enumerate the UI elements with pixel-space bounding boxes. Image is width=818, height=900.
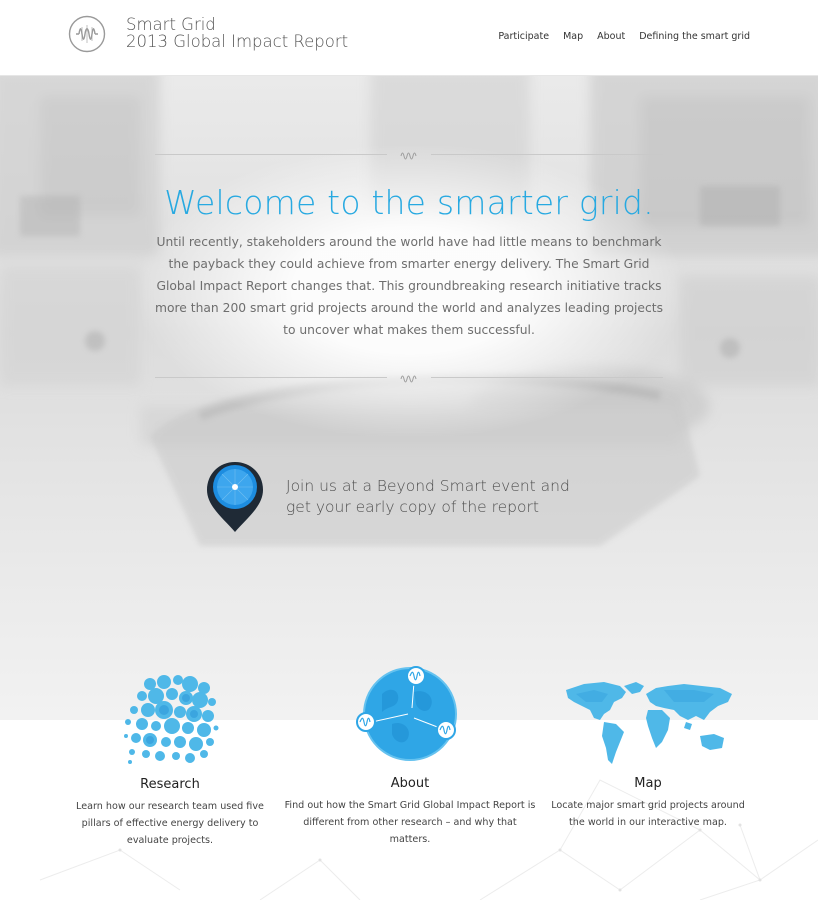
hero-section: Welcome to the smarter grid. Until recen… [0, 76, 818, 720]
feature-card-map[interactable]: Map Locate major smart grid projects aro… [545, 776, 751, 831]
feature-text-about: Find out how the Smart Grid Global Impac… [284, 800, 536, 845]
logo-icon[interactable] [68, 15, 106, 53]
feature-title-map: Map [634, 776, 662, 791]
world-map-icon[interactable] [564, 676, 734, 768]
divider-wave-icon [400, 152, 417, 160]
nav-about[interactable]: About [597, 31, 625, 42]
divider-wave-icon [400, 375, 417, 383]
feature-title-research: Research [140, 777, 200, 792]
feature-title-about: About [390, 776, 430, 791]
feature-text-research: Learn how our research team used five pi… [76, 801, 264, 846]
hero-title: Welcome to the smarter grid. [164, 183, 654, 222]
nav-participate[interactable]: Participate [498, 31, 549, 42]
feature-text-map: Locate major smart grid projects around … [551, 800, 745, 828]
feature-card-about[interactable]: About Find out how the Smart Grid Global… [284, 776, 536, 848]
divider-bottom [155, 372, 663, 384]
nav-defining-smart-grid[interactable]: Defining the smart grid [639, 31, 750, 42]
location-pin-icon[interactable] [205, 460, 265, 534]
main-nav: Participate Map About Defining the smart… [498, 31, 750, 42]
nav-map[interactable]: Map [563, 31, 583, 42]
globe-network-icon[interactable] [352, 664, 460, 764]
event-line-1: Join us at a Beyond Smart event and [286, 477, 570, 495]
event-line-2: get your early copy of the report [286, 498, 539, 516]
research-bubbles-icon[interactable] [120, 672, 220, 764]
hero-intro-text: Until recently, stakeholders around the … [155, 235, 663, 337]
brand-line-2: 2013 Global Impact Report [126, 32, 349, 51]
brand-title[interactable]: Smart Grid 2013 Global Impact Report [126, 16, 348, 50]
site-header: Smart Grid 2013 Global Impact Report Par… [0, 0, 818, 76]
event-callout[interactable]: Join us at a Beyond Smart event and get … [286, 476, 570, 518]
feature-card-research[interactable]: Research Learn how our research team use… [70, 777, 270, 849]
divider-top [155, 149, 663, 161]
